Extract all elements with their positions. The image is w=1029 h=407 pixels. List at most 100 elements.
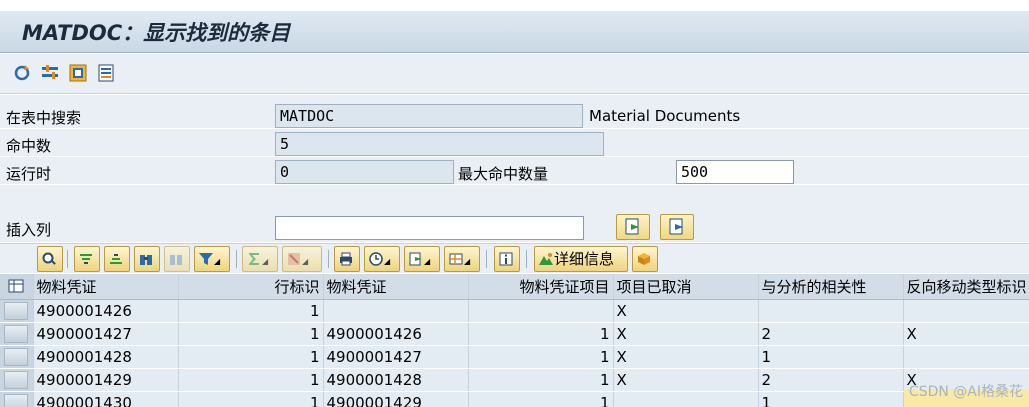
sort-ascending-button[interactable] bbox=[74, 246, 100, 272]
table-row[interactable]: 4900001429 1 4900001428 1 X 2 X bbox=[0, 368, 1029, 392]
column-header-ref-material-doc[interactable]: 物料凭证 bbox=[323, 274, 469, 300]
table-cell[interactable] bbox=[903, 299, 1029, 323]
refresh-icon[interactable] bbox=[12, 63, 32, 83]
binoculars-icon bbox=[140, 255, 152, 265]
remove-column-button[interactable] bbox=[660, 214, 694, 240]
table-cell[interactable]: 1 bbox=[178, 299, 324, 323]
table-cell[interactable]: 1 bbox=[178, 391, 324, 407]
row-selector-box[interactable] bbox=[4, 370, 29, 389]
runtime-label: 运行时 bbox=[6, 165, 52, 183]
table-cell[interactable]: 4900001430 bbox=[33, 391, 179, 407]
table-cell[interactable]: 4900001426 bbox=[33, 299, 179, 323]
row-selector[interactable] bbox=[0, 391, 34, 407]
table-cell[interactable]: 4900001428 bbox=[323, 368, 469, 392]
insert-column-icon bbox=[625, 218, 639, 235]
select-all-cell[interactable] bbox=[0, 274, 34, 300]
find-button[interactable] bbox=[134, 246, 160, 272]
table-cell[interactable]: 1 bbox=[178, 322, 324, 346]
table-cell[interactable]: 1 bbox=[758, 391, 904, 407]
details-button[interactable] bbox=[37, 246, 63, 272]
table-cell[interactable]: 4900001427 bbox=[323, 345, 469, 369]
table-cell[interactable]: X bbox=[903, 322, 1029, 346]
table-cell[interactable]: 1 bbox=[178, 368, 324, 392]
extra-button[interactable] bbox=[632, 246, 658, 272]
table-cell[interactable]: 1 bbox=[468, 391, 614, 407]
remove-column-icon bbox=[669, 218, 683, 235]
table-cell[interactable]: 1 bbox=[758, 345, 904, 369]
row-selector-box[interactable] bbox=[4, 347, 29, 366]
table-cell[interactable]: X bbox=[613, 368, 759, 392]
sort-descending-button[interactable] bbox=[104, 246, 130, 272]
table-cell[interactable] bbox=[758, 299, 904, 323]
table-row[interactable]: 4900001427 1 4900001426 1 X 2 X bbox=[0, 322, 1029, 346]
export-button[interactable]: ◢ bbox=[404, 246, 440, 272]
table-cell[interactable] bbox=[323, 299, 469, 323]
table-cell[interactable]: 4900001429 bbox=[323, 391, 469, 407]
table-cell[interactable]: 4900001429 bbox=[33, 368, 179, 392]
column-header-doc-item[interactable]: 物料凭证项目 bbox=[468, 274, 614, 300]
total-button[interactable]: ◢ bbox=[242, 246, 278, 272]
insert-column-button[interactable] bbox=[616, 214, 650, 240]
search-table-desc: Material Documents bbox=[589, 107, 741, 125]
hits-field[interactable]: 5 bbox=[275, 132, 604, 156]
table-row[interactable]: 4900001428 1 4900001427 1 X 1 bbox=[0, 345, 1029, 369]
row-selector[interactable] bbox=[0, 299, 34, 323]
chevron-down-icon: ◢ bbox=[214, 257, 221, 266]
table-cell[interactable]: 1 bbox=[178, 345, 324, 369]
detail-info-button[interactable]: 详细信息 bbox=[534, 246, 628, 272]
info-button[interactable] bbox=[494, 246, 520, 272]
column-header-material-doc[interactable]: 物料凭证 bbox=[33, 274, 179, 300]
views-icon bbox=[369, 252, 383, 266]
table-cell[interactable]: X bbox=[613, 322, 759, 346]
row-selector[interactable] bbox=[0, 345, 34, 369]
table-cell[interactable]: 4900001426 bbox=[323, 322, 469, 346]
sum-icon bbox=[249, 253, 259, 265]
runtime-field[interactable]: 0 bbox=[275, 160, 454, 184]
hits-row: 命中数 5 bbox=[0, 131, 1029, 157]
views-button[interactable]: ◢ bbox=[364, 246, 400, 272]
table-row[interactable]: 4900001430 1 4900001429 1 1 bbox=[0, 391, 1029, 407]
selection-form: 在表中搜索 MATDOC Material Documents 命中数 5 运行… bbox=[0, 95, 1029, 242]
table-cell[interactable]: X bbox=[613, 345, 759, 369]
row-selector[interactable] bbox=[0, 322, 34, 346]
table-cell[interactable]: 2 bbox=[758, 322, 904, 346]
table-cell[interactable] bbox=[903, 345, 1029, 369]
row-selector-box[interactable] bbox=[4, 393, 29, 407]
table-cell[interactable]: 1 bbox=[468, 322, 614, 346]
max-hits-label: 最大命中数量 bbox=[458, 165, 549, 183]
table-row[interactable]: 4900001426 1 X bbox=[0, 299, 1029, 323]
runtime-row: 运行时 0 最大命中数量 500 bbox=[0, 159, 1029, 185]
sort-ascending-icon bbox=[80, 254, 92, 264]
table-cell[interactable]: 1 bbox=[468, 368, 614, 392]
table-cell[interactable]: 4900001427 bbox=[33, 322, 179, 346]
column-header-reverse-movement[interactable]: 反向移动类型标识 bbox=[903, 274, 1029, 300]
table-cell[interactable]: X bbox=[613, 299, 759, 323]
table-cell[interactable] bbox=[613, 391, 759, 407]
insert-column-field[interactable] bbox=[275, 216, 584, 240]
table-cell[interactable]: 2 bbox=[758, 368, 904, 392]
column-header-line-id[interactable]: 行标识 bbox=[178, 274, 324, 300]
chevron-down-icon: ◢ bbox=[424, 257, 431, 266]
table-cell[interactable]: 4900001428 bbox=[33, 345, 179, 369]
max-hits-field[interactable]: 500 bbox=[676, 160, 794, 184]
subtotal-button[interactable]: ◢ bbox=[282, 246, 322, 272]
find-next-button[interactable] bbox=[164, 246, 190, 272]
layout-button[interactable]: ◢ bbox=[444, 246, 480, 272]
print-button[interactable] bbox=[334, 246, 360, 272]
row-selector-box[interactable] bbox=[4, 301, 29, 320]
search-table-field[interactable]: MATDOC bbox=[275, 104, 583, 128]
filter-button[interactable]: ◢ bbox=[194, 246, 230, 272]
chevron-down-icon: ◢ bbox=[464, 257, 471, 266]
check-table-icon[interactable] bbox=[68, 63, 88, 83]
table-cell[interactable] bbox=[468, 299, 614, 323]
settings-icon[interactable] bbox=[40, 63, 60, 83]
row-selector-box[interactable] bbox=[4, 324, 29, 343]
column-header-analysis-relevance[interactable]: 与分析的相关性 bbox=[758, 274, 904, 300]
detail-info-label: 详细信息 bbox=[554, 250, 615, 268]
table-cell[interactable]: 1 bbox=[468, 345, 614, 369]
search-table-label: 在表中搜索 bbox=[6, 109, 82, 127]
row-selector[interactable] bbox=[0, 368, 34, 392]
list-icon[interactable] bbox=[96, 63, 116, 83]
column-header-item-cancelled[interactable]: 项目已取消 bbox=[613, 274, 759, 300]
search-table-row: 在表中搜索 MATDOC Material Documents bbox=[0, 103, 1029, 129]
